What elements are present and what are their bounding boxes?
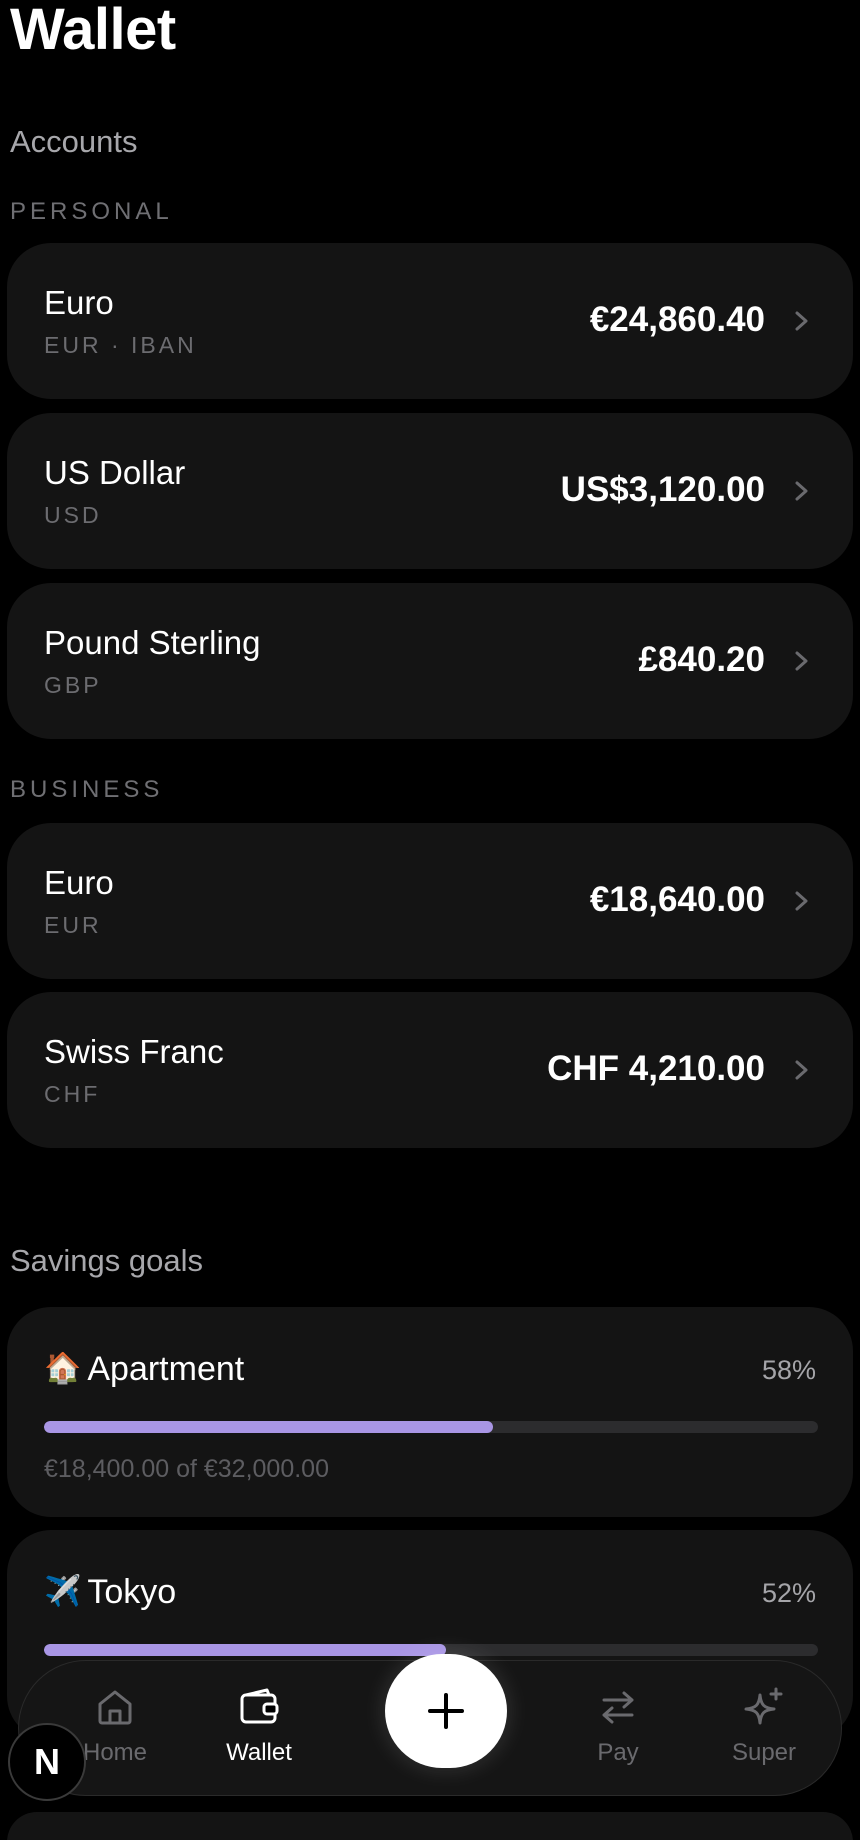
- account-balance: €18,640.00: [589, 880, 765, 919]
- account-card-pound-sterling[interactable]: Pound Sterling GBP £840.20: [7, 583, 853, 739]
- savings-goal-card-apartment[interactable]: 🏠 Apartment 58% €18,400.00 of €32,000.00: [7, 1307, 853, 1517]
- account-name: Pound Sterling: [44, 624, 261, 661]
- goal-title: 🏠 Apartment: [44, 1347, 244, 1391]
- account-card-euro-personal[interactable]: Euro EUR · IBAN €24,860.40: [7, 243, 853, 399]
- add-button[interactable]: [385, 1654, 507, 1768]
- goal-progress-fill: [44, 1421, 493, 1433]
- chevron-right-icon: [795, 1060, 808, 1080]
- chevron-right-icon: [795, 311, 808, 331]
- goal-percent: 58%: [761, 1355, 816, 1385]
- chevron-right-icon: [795, 651, 808, 671]
- wallet-screen: Wallet Accounts PERSONAL Euro EUR · IBAN…: [0, 0, 860, 1840]
- account-card-us-dollar[interactable]: US Dollar USD US$3,120.00: [7, 413, 853, 569]
- account-name: US Dollar: [44, 454, 186, 491]
- account-card-swiss-franc[interactable]: Swiss Franc CHF CHF 4,210.00: [7, 992, 853, 1148]
- house-icon: 🏠: [44, 1352, 82, 1385]
- goal-amount: €18,400.00 of €32,000.00: [44, 1455, 329, 1483]
- account-balance: CHF 4,210.00: [547, 1049, 765, 1088]
- account-name: Euro: [44, 284, 114, 321]
- account-card-euro-business[interactable]: Euro EUR €18,640.00: [7, 823, 853, 979]
- account-subtitle: USD: [44, 502, 102, 528]
- transfer-arrows-icon: [602, 1691, 634, 1724]
- savings-section-title: Savings goals: [10, 1243, 204, 1278]
- avatar[interactable]: N: [8, 1723, 86, 1801]
- account-subtitle: EUR · IBAN: [44, 332, 197, 358]
- goal-percent: 52%: [761, 1578, 816, 1608]
- goal-name: Tokyo: [87, 1573, 177, 1611]
- airplane-icon: ✈️: [44, 1575, 82, 1608]
- goal-title: ✈️ Tokyo: [44, 1570, 176, 1614]
- accounts-section-title: Accounts: [10, 124, 138, 159]
- plus-icon: [428, 1693, 464, 1729]
- nav-label: Pay: [597, 1739, 639, 1766]
- account-subtitle: EUR: [44, 912, 102, 938]
- page-title: Wallet: [10, 0, 176, 62]
- next-card-peek: [7, 1812, 853, 1840]
- account-balance: US$3,120.00: [560, 470, 765, 509]
- account-balance: €24,860.40: [589, 300, 765, 339]
- nav-item-pay[interactable]: Pay: [548, 1685, 688, 1785]
- goal-progress-fill: [44, 1644, 447, 1656]
- group-label-business: BUSINESS: [10, 776, 164, 803]
- sparkle-icon: [744, 1687, 783, 1725]
- group-label-personal: PERSONAL: [10, 198, 173, 225]
- wallet-icon: [240, 1688, 279, 1724]
- nav-label: Super: [731, 1739, 797, 1766]
- account-balance: £840.20: [638, 640, 765, 679]
- account-subtitle: GBP: [44, 672, 102, 698]
- nav-label: Wallet: [226, 1739, 292, 1766]
- account-name: Euro: [44, 864, 114, 901]
- chevron-right-icon: [795, 481, 808, 501]
- account-subtitle: CHF: [44, 1081, 101, 1107]
- goal-progress-bar: [44, 1421, 818, 1433]
- goal-name: Apartment: [87, 1350, 245, 1388]
- account-name: Swiss Franc: [44, 1033, 224, 1070]
- home-icon: [98, 1690, 132, 1725]
- nav-item-super[interactable]: Super: [694, 1685, 834, 1785]
- chevron-right-icon: [795, 891, 808, 911]
- nav-item-wallet[interactable]: Wallet: [189, 1685, 329, 1785]
